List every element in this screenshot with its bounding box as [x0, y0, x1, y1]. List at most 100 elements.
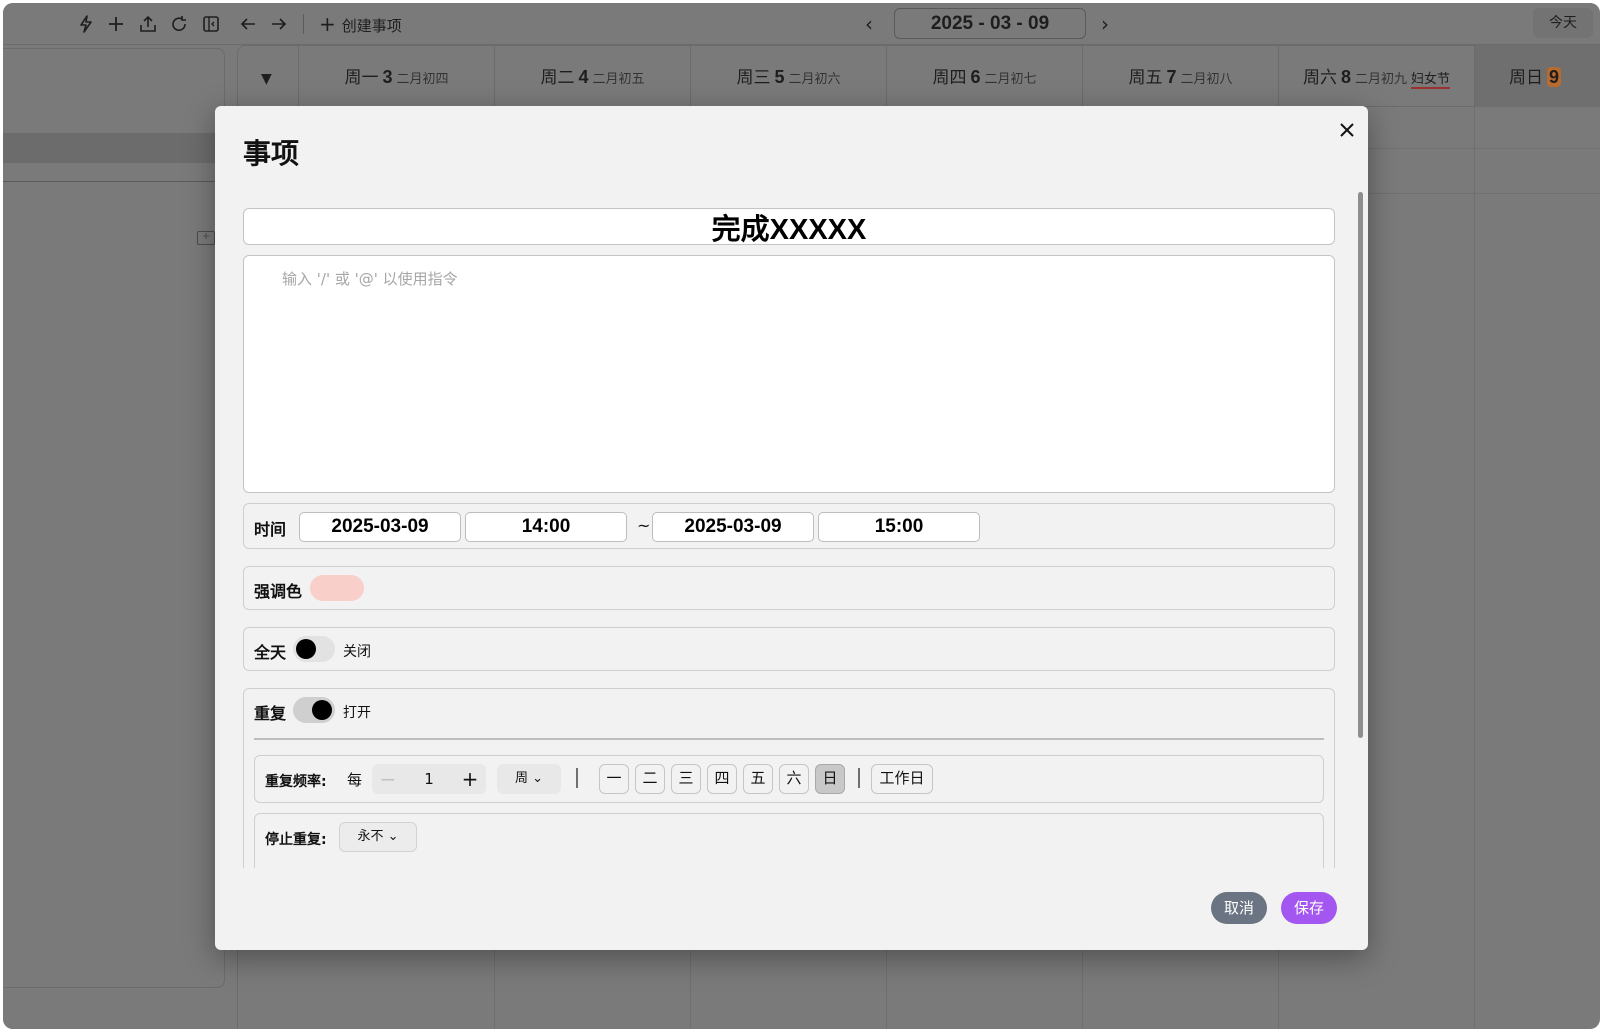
- all-day-toggle[interactable]: [293, 636, 335, 662]
- day-weekday: 周二: [540, 68, 575, 88]
- repeat-toggle[interactable]: [293, 697, 335, 723]
- event-title-input[interactable]: [243, 208, 1335, 245]
- refresh-icon[interactable]: [168, 13, 190, 35]
- end-date-input[interactable]: [652, 512, 814, 542]
- add-folder-icon[interactable]: +: [197, 231, 215, 245]
- toolbar-separator: [303, 14, 304, 34]
- weekday-sun-button[interactable]: 日: [815, 764, 845, 794]
- sidebar: +: [3, 45, 225, 1029]
- interval-stepper: − 1 +: [372, 764, 486, 794]
- save-button[interactable]: 保存: [1281, 892, 1337, 924]
- day-number: 6: [970, 67, 981, 87]
- start-date-input[interactable]: [299, 512, 461, 542]
- repeat-unit-value: 周: [514, 771, 528, 786]
- day-header-thu[interactable]: 周四 6 二月初七: [886, 45, 1082, 107]
- sidebar-selected-row[interactable]: [3, 133, 225, 163]
- current-date-display[interactable]: 2025 - 03 - 09: [894, 8, 1086, 39]
- day-weekday: 周三: [736, 68, 771, 88]
- day-weekday: 周一: [344, 68, 379, 88]
- day-weekday: 周六: [1302, 68, 1337, 88]
- repeat-divider: [254, 738, 1324, 740]
- stop-repeat-value: 永不: [357, 829, 384, 844]
- repeat-unit-select[interactable]: 周 ⌄: [497, 764, 561, 794]
- cancel-button[interactable]: 取消: [1211, 892, 1267, 924]
- day-lunar: 二月初九: [1354, 72, 1407, 87]
- weekday-mon-button[interactable]: 一: [599, 764, 629, 794]
- day-header-sat[interactable]: 周六 8 二月初九 妇女节: [1278, 45, 1474, 107]
- interval-value[interactable]: 1: [402, 764, 456, 794]
- day-weekday: 周四: [932, 68, 967, 88]
- time-row: 时间 ~: [243, 503, 1335, 549]
- repeat-state: 打开: [343, 705, 371, 721]
- day-header-fri[interactable]: 周五 7 二月初八: [1082, 45, 1278, 107]
- start-time-input[interactable]: [465, 512, 627, 542]
- day-header-mon[interactable]: 周一 3 二月初四: [298, 45, 494, 107]
- day-number: 8: [1340, 67, 1351, 87]
- chevron-down-icon: ⌄: [532, 771, 544, 786]
- lightning-icon[interactable]: [75, 13, 97, 35]
- day-lunar: 二月初八: [1180, 72, 1233, 87]
- accent-color-row: 强调色: [243, 566, 1335, 610]
- repeat-frequency-row: 重复频率: 每 − 1 + 周 ⌄ 一 二 三 四 五 六 日 工作日: [254, 755, 1324, 803]
- plus-icon[interactable]: [105, 13, 127, 35]
- day-lunar: 二月初七: [984, 72, 1037, 87]
- end-time-input[interactable]: [818, 512, 980, 542]
- time-separator: ~: [637, 516, 651, 535]
- sidebar-toggle-icon[interactable]: [200, 13, 222, 35]
- separator-bar: [858, 768, 860, 788]
- workday-button[interactable]: 工作日: [871, 764, 933, 794]
- all-day-label: 全天: [254, 643, 287, 662]
- grid-column: [1474, 107, 1475, 1029]
- day-number: 7: [1166, 67, 1177, 87]
- time-label: 时间: [254, 520, 287, 539]
- repeat-label: 重复: [254, 704, 287, 723]
- create-event-label: 创建事项: [341, 17, 402, 35]
- collapse-triangle-icon[interactable]: ▼: [261, 71, 272, 87]
- day-weekday: 周五: [1128, 68, 1163, 88]
- repeat-row: 重复 打开 重复频率: 每 − 1 + 周 ⌄ 一 二 三 四 五 六 日 工作…: [243, 688, 1335, 868]
- weekday-fri-button[interactable]: 五: [743, 764, 773, 794]
- accent-color-label: 强调色: [254, 582, 303, 601]
- day-lunar: 二月初五: [592, 72, 645, 87]
- chevron-left-icon[interactable]: ‹: [865, 12, 873, 36]
- accent-color-swatch[interactable]: [310, 575, 364, 601]
- chevron-right-icon[interactable]: ›: [1101, 12, 1109, 36]
- back-arrow-icon[interactable]: [237, 13, 259, 35]
- today-button[interactable]: 今天: [1533, 8, 1593, 38]
- upload-icon[interactable]: [137, 13, 159, 35]
- day-lunar: 二月初六: [788, 72, 841, 87]
- weekday-tue-button[interactable]: 二: [635, 764, 665, 794]
- toggle-knob: [312, 700, 332, 720]
- weekday-wed-button[interactable]: 三: [671, 764, 701, 794]
- day-number: 3: [382, 67, 393, 87]
- stop-repeat-select[interactable]: 永不 ⌄: [339, 822, 417, 852]
- minus-icon[interactable]: −: [374, 764, 402, 794]
- event-modal: 事项 时间 ~ 强调色 全天 关闭 重复 打: [215, 106, 1368, 950]
- sidebar-panel: [3, 48, 225, 988]
- day-number: 5: [774, 67, 785, 87]
- all-day-state: 关闭: [343, 644, 371, 660]
- sidebar-divider: [3, 181, 225, 182]
- plus-icon[interactable]: +: [456, 764, 484, 794]
- stop-repeat-label: 停止重复:: [265, 832, 327, 848]
- chevron-down-icon: ⌄: [387, 829, 399, 844]
- day-header-wed[interactable]: 周三 5 二月初六: [690, 45, 886, 107]
- every-label: 每: [347, 771, 363, 789]
- day-number: 4: [578, 67, 589, 87]
- weekday-sat-button[interactable]: 六: [779, 764, 809, 794]
- day-lunar: 二月初四: [396, 72, 449, 87]
- day-header-sun[interactable]: 周日 9: [1474, 45, 1600, 107]
- stop-repeat-row: 停止重复: 永不 ⌄: [254, 813, 1324, 868]
- day-festival: 妇女节: [1411, 72, 1451, 89]
- create-event-button[interactable]: + 创建事项: [319, 13, 402, 35]
- modal-scroll-area: 时间 ~ 强调色 全天 关闭 重复 打开 重复频率: 每: [215, 106, 1368, 868]
- forward-arrow-icon[interactable]: [268, 13, 290, 35]
- event-description-textarea[interactable]: [243, 255, 1335, 493]
- weekday-thu-button[interactable]: 四: [707, 764, 737, 794]
- day-header-tue[interactable]: 周二 4 二月初五: [494, 45, 690, 107]
- repeat-frequency-label: 重复频率:: [265, 774, 327, 790]
- plus-icon: +: [319, 12, 336, 36]
- day-number: 9: [1547, 67, 1562, 87]
- separator-bar: [576, 768, 578, 788]
- toolbar: + 创建事项 ‹ 2025 - 03 - 09 › 今天: [3, 3, 1600, 45]
